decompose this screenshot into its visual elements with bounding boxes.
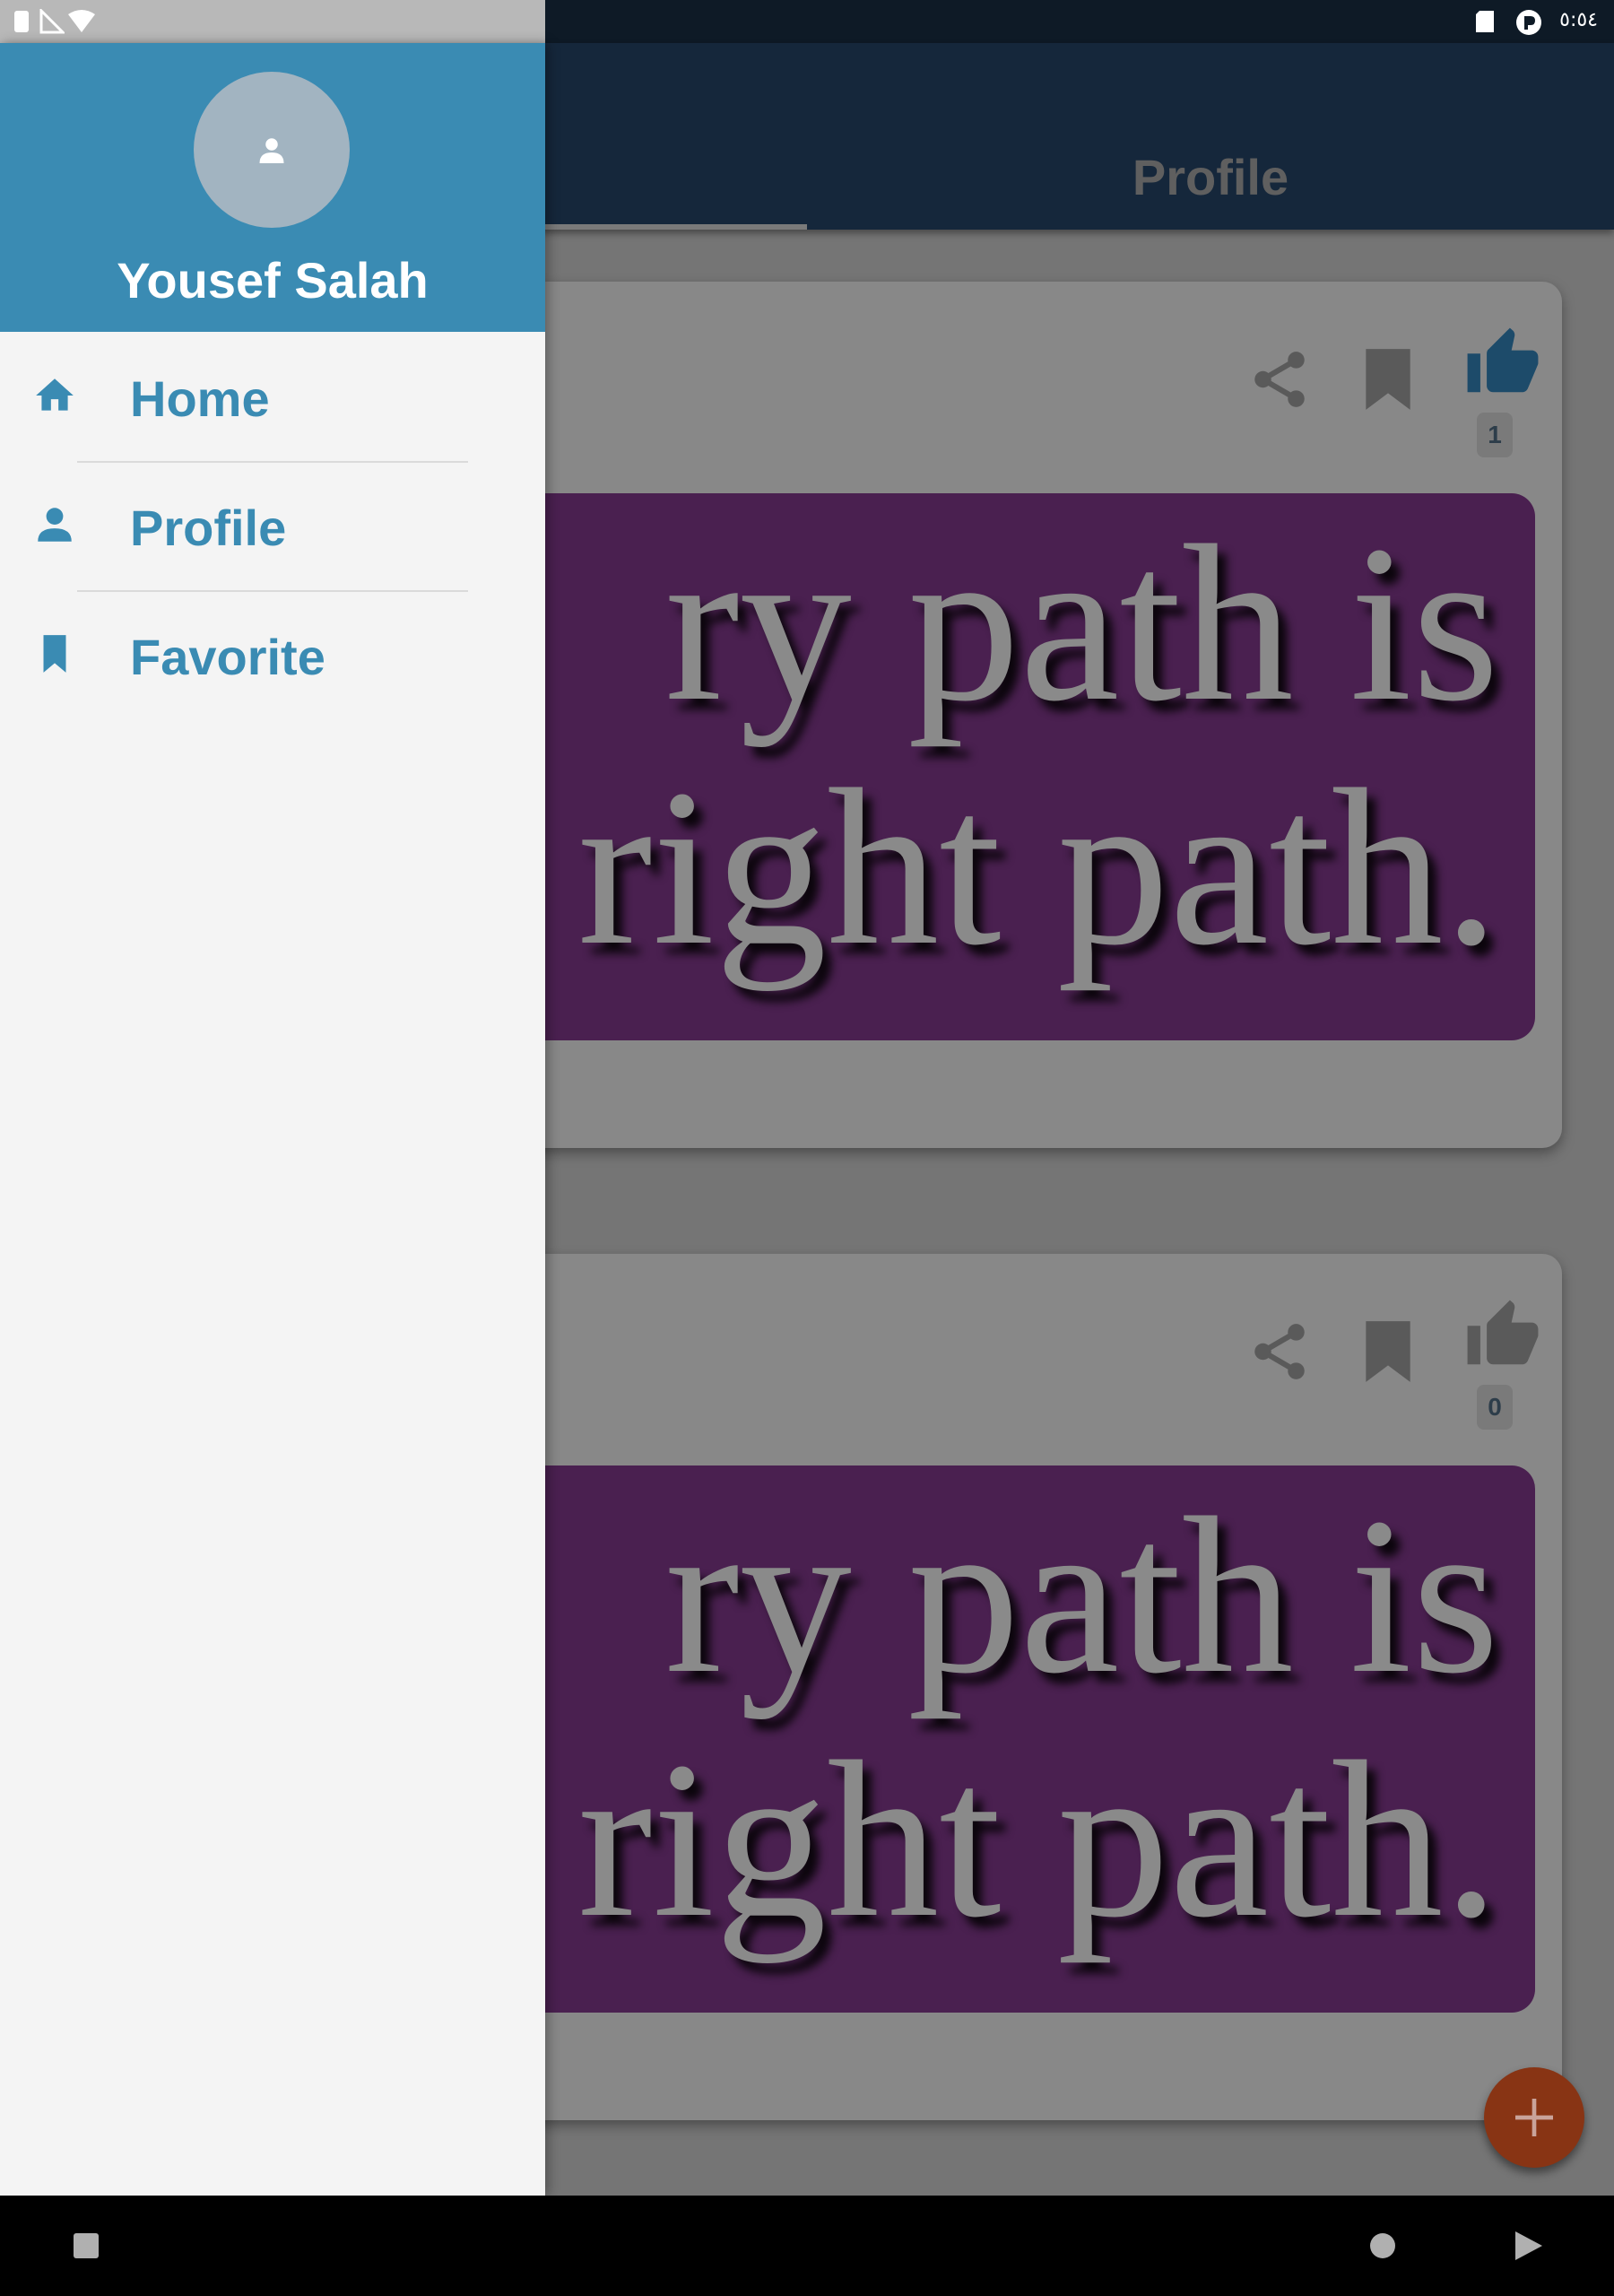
post-image-text: ry path is right path.	[577, 1474, 1499, 1962]
drawer-item-home[interactable]: Home	[0, 332, 545, 457]
navigation-drawer: Yousef Salah Home Profile Favorite	[0, 43, 545, 2196]
sd-card-icon	[1476, 11, 1494, 32]
status-bar: ٥:٥٤	[0, 0, 1614, 43]
like-count: 1	[1477, 413, 1513, 457]
user-name: Yousef Salah	[117, 252, 429, 309]
drawer-item-label: Profile	[130, 500, 287, 556]
drawer-item-favorite[interactable]: Favorite	[0, 590, 545, 716]
system-nav-bar	[0, 2196, 1614, 2296]
bookmark-icon[interactable]	[1360, 346, 1416, 413]
plus-icon	[1515, 2099, 1553, 2136]
quote-line: right path.	[577, 744, 1499, 992]
drawer-item-label: Home	[130, 370, 270, 427]
recents-icon[interactable]	[72, 2231, 100, 2260]
back-icon[interactable]	[1514, 2230, 1544, 2262]
person-icon	[38, 508, 72, 542]
drawer-item-profile[interactable]: Profile	[0, 461, 545, 587]
app-notification-icon	[1516, 10, 1541, 35]
person-icon	[259, 138, 284, 163]
post-image-text: ry path is right path.	[577, 502, 1499, 990]
quote-line: ry path is	[664, 500, 1499, 748]
wifi-icon	[68, 10, 95, 32]
avatar[interactable]	[194, 72, 350, 228]
signal-icon	[39, 9, 65, 34]
quote-line: right path.	[577, 1716, 1499, 1964]
bookmark-icon	[43, 635, 66, 673]
share-icon[interactable]	[1246, 1318, 1313, 1385]
home-circle-icon[interactable]	[1368, 2231, 1397, 2260]
drawer-header: Yousef Salah	[0, 43, 545, 332]
share-icon[interactable]	[1246, 346, 1313, 413]
thumb-up-icon[interactable]	[1464, 1297, 1541, 1374]
bookmark-icon[interactable]	[1360, 1318, 1416, 1385]
drawer-item-label: Favorite	[130, 629, 325, 685]
tab-profile[interactable]: Profile	[807, 148, 1614, 206]
add-post-button[interactable]	[1484, 2067, 1584, 2168]
like-count: 0	[1477, 1385, 1513, 1430]
status-time: ٥:٥٤	[1559, 9, 1598, 31]
sim-card-icon	[14, 11, 29, 32]
home-icon	[36, 378, 74, 411]
quote-line: ry path is	[664, 1472, 1499, 1720]
thumb-up-icon[interactable]	[1464, 325, 1541, 402]
